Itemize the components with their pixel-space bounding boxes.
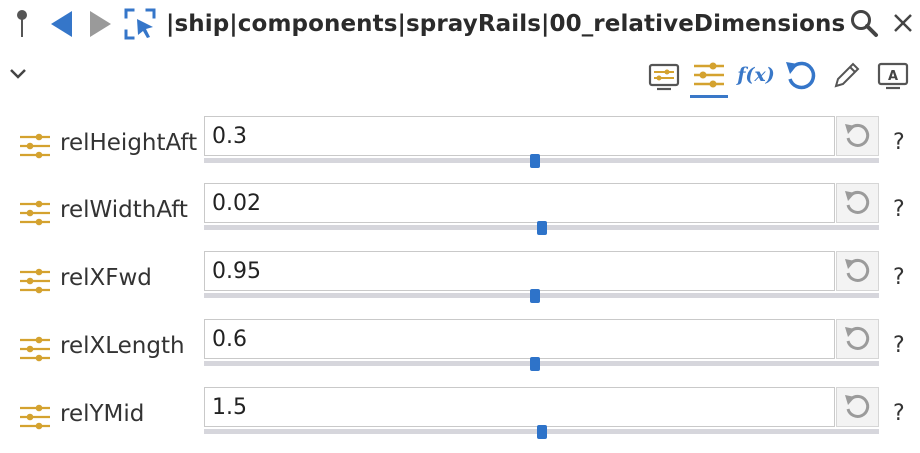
function-icon[interactable]: f(x) [735,60,777,90]
slider-thumb[interactable] [536,425,547,439]
reset-icon [844,326,869,350]
parameter-name: relXFwd [60,265,152,291]
select-cursor-icon[interactable] [122,6,158,42]
reset-button[interactable] [836,183,879,223]
help-button[interactable]: ? [893,265,905,290]
value-slider[interactable] [204,357,879,371]
reset-icon [844,190,869,214]
help-button[interactable]: ? [893,333,905,358]
parameters-icon[interactable] [689,58,729,100]
text-badge-label: A [888,69,898,84]
back-arrow-icon[interactable] [47,7,75,41]
reset-button[interactable] [836,116,879,156]
top-toolbar: |ship|components|sprayRails|00_relativeD… [0,0,920,48]
sliders-icon [20,336,50,362]
value-slider[interactable] [204,425,879,439]
help-button[interactable]: ? [893,401,905,426]
view-toolbar: f(x) A [0,52,920,102]
parameter-icon [18,403,52,433]
reset-button[interactable] [836,319,879,359]
parameter-row: relYMid ? [0,387,920,453]
parameter-row: relXLength ? [0,319,920,385]
parameter-value-input[interactable] [204,251,835,291]
reset-icon [844,123,869,147]
parameter-icon [18,335,52,365]
value-slider[interactable] [204,221,879,235]
parameter-row: relWidthAft ? [0,183,920,249]
monitor-parameter-icon[interactable] [646,60,682,94]
breadcrumb-path: |ship|components|sprayRails|00_relativeD… [166,11,846,37]
parameter-name: relWidthAft [60,197,188,223]
value-slider[interactable] [204,289,879,303]
parameter-value-input[interactable] [204,183,835,223]
parameter-name: relYMid [60,401,145,427]
pin-icon[interactable] [10,7,34,41]
slider-thumb[interactable] [529,154,540,168]
text-annotation-icon[interactable]: A [875,60,911,92]
parameter-icon [18,199,52,229]
reset-icon [844,394,869,418]
reset-button[interactable] [836,387,879,427]
undo-icon[interactable] [782,57,820,95]
value-slider[interactable] [204,154,879,168]
search-icon[interactable] [848,7,880,39]
slider-thumb[interactable] [536,221,547,235]
reset-icon [844,258,869,282]
edit-icon[interactable] [828,58,864,94]
close-icon[interactable] [889,9,917,37]
sliders-icon [20,268,50,294]
function-label: f(x) [737,64,775,86]
sliders-icon [20,404,50,430]
parameter-name: relHeightAft [60,130,198,156]
parameter-value-input[interactable] [204,116,835,156]
help-button[interactable]: ? [893,197,905,222]
parameter-row: relXFwd ? [0,251,920,317]
parameter-row: relHeightAft ? [0,116,920,182]
parameter-icon [18,132,52,162]
chevron-down-icon[interactable] [6,62,30,86]
slider-thumb[interactable] [529,357,540,371]
parameter-icon [18,267,52,297]
slider-thumb[interactable] [529,289,540,303]
sliders-icon [20,200,50,226]
parameter-name: relXLength [60,333,185,359]
sliders-icon [20,133,50,159]
parameter-value-input[interactable] [204,387,835,427]
help-button[interactable]: ? [893,130,905,155]
forward-arrow-icon[interactable] [86,7,114,41]
reset-button[interactable] [836,251,879,291]
parameter-value-input[interactable] [204,319,835,359]
